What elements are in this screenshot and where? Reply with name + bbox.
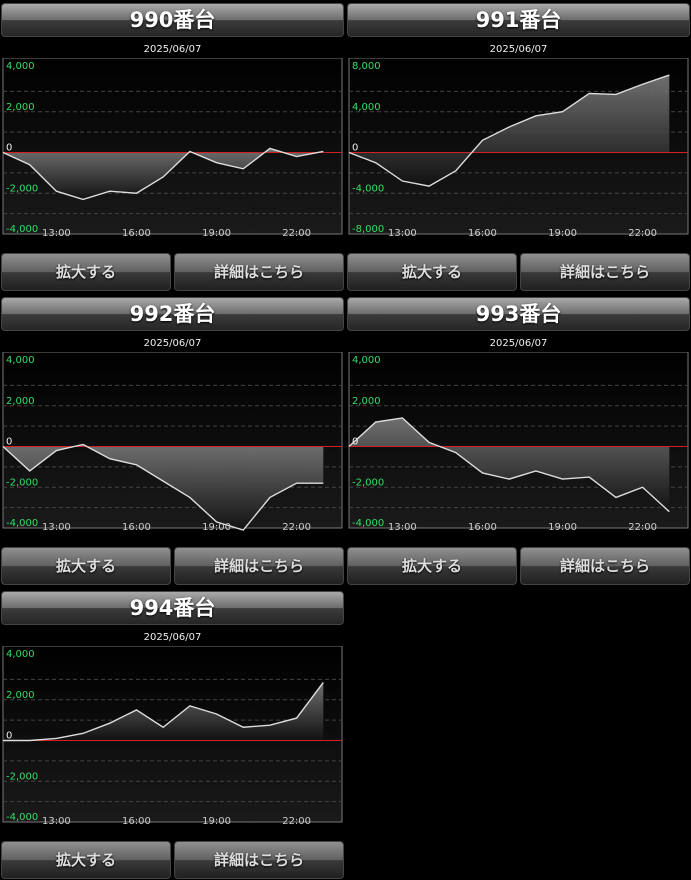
y-tick-label: -4,000	[6, 812, 38, 823]
x-tick-label: 13:00	[388, 522, 417, 533]
y-tick-label: -2,000	[6, 771, 38, 782]
x-tick-label: 13:00	[42, 228, 71, 239]
chart-date: 2025/06/07	[143, 44, 202, 55]
zoom-button[interactable]: 拡大する	[347, 253, 517, 291]
y-tick-label: 2,000	[6, 102, 35, 113]
difference-chart[interactable]: 4,000 2,000 0 -2,000 -4,000 13:00 16:00 19:00 22…	[1, 352, 344, 546]
y-tick-label: 4,000	[6, 61, 35, 72]
zoom-button[interactable]: 拡大する	[1, 841, 171, 879]
chart-date: 2025/06/07	[143, 338, 202, 349]
x-tick-label: 22:00	[282, 522, 311, 533]
y-tick-label: -2,000	[6, 183, 38, 194]
x-tick-label: 19:00	[548, 522, 577, 533]
y-tick-label: 2,000	[352, 396, 381, 407]
y-tick-label: 0	[6, 731, 12, 742]
y-tick-label: -4,000	[6, 224, 38, 235]
y-tick-label: 4,000	[6, 355, 35, 366]
details-button[interactable]: 詳細はこちら	[174, 547, 344, 585]
machine-title: 992番台	[1, 297, 344, 331]
y-tick-label: -8,000	[352, 224, 384, 235]
chart-date: 2025/06/07	[489, 338, 548, 349]
y-tick-label: 0	[6, 143, 12, 154]
x-tick-label: 16:00	[122, 522, 151, 533]
y-tick-label: -4,000	[352, 183, 384, 194]
chart-plot-area	[2, 58, 343, 235]
details-button[interactable]: 詳細はこちら	[520, 253, 690, 291]
y-tick-label: 4,000	[6, 649, 35, 660]
y-tick-label: 2,000	[6, 690, 35, 701]
details-button[interactable]: 詳細はこちら	[174, 253, 344, 291]
machine-title: 990番台	[1, 3, 344, 37]
y-tick-label: 0	[352, 437, 358, 448]
y-tick-label: 0	[6, 437, 12, 448]
machine-title: 993番台	[347, 297, 690, 331]
difference-chart[interactable]: 4,000 2,000 0 -2,000 -4,000 13:00 16:00 19:00 22…	[1, 646, 344, 840]
x-tick-label: 19:00	[202, 816, 231, 827]
x-tick-label: 16:00	[468, 522, 497, 533]
y-tick-label: -2,000	[352, 477, 384, 488]
x-tick-label: 13:00	[42, 816, 71, 827]
y-tick-label: 0	[352, 143, 358, 154]
y-tick-label: 2,000	[6, 396, 35, 407]
x-tick-label: 16:00	[122, 228, 151, 239]
machine-title: 991番台	[347, 3, 690, 37]
machine-title: 994番台	[1, 591, 344, 625]
details-button[interactable]: 詳細はこちら	[520, 547, 690, 585]
x-tick-label: 16:00	[122, 816, 151, 827]
y-tick-label: 4,000	[352, 102, 381, 113]
y-tick-label: -2,000	[6, 477, 38, 488]
chart-date: 2025/06/07	[489, 44, 548, 55]
zoom-button[interactable]: 拡大する	[1, 547, 171, 585]
difference-chart[interactable]: 8,000 4,000 0 -4,000 -8,000 13:00 16:00 19:00 22…	[347, 58, 690, 252]
x-tick-label: 22:00	[282, 228, 311, 239]
difference-chart[interactable]: 4,000 2,000 0 -2,000 -4,000 13:00 16:00 19:00 22…	[1, 58, 344, 252]
difference-chart[interactable]: 4,000 2,000 0 -2,000 -4,000 13:00 16:00 19:00 22…	[347, 352, 690, 546]
x-tick-label: 19:00	[202, 522, 231, 533]
x-tick-label: 16:00	[468, 228, 497, 239]
chart-plot-area	[2, 352, 343, 529]
x-tick-label: 19:00	[548, 228, 577, 239]
x-tick-label: 13:00	[42, 522, 71, 533]
zoom-button[interactable]: 拡大する	[347, 547, 517, 585]
y-tick-label: 4,000	[352, 355, 381, 366]
x-tick-label: 22:00	[282, 816, 311, 827]
y-tick-label: 8,000	[352, 61, 381, 72]
details-button[interactable]: 詳細はこちら	[174, 841, 344, 879]
y-tick-label: -4,000	[6, 518, 38, 529]
x-tick-label: 22:00	[628, 228, 657, 239]
x-tick-label: 13:00	[388, 228, 417, 239]
y-tick-label: -4,000	[352, 518, 384, 529]
x-tick-label: 19:00	[202, 228, 231, 239]
x-tick-label: 22:00	[628, 522, 657, 533]
chart-date: 2025/06/07	[143, 632, 202, 643]
zoom-button[interactable]: 拡大する	[1, 253, 171, 291]
